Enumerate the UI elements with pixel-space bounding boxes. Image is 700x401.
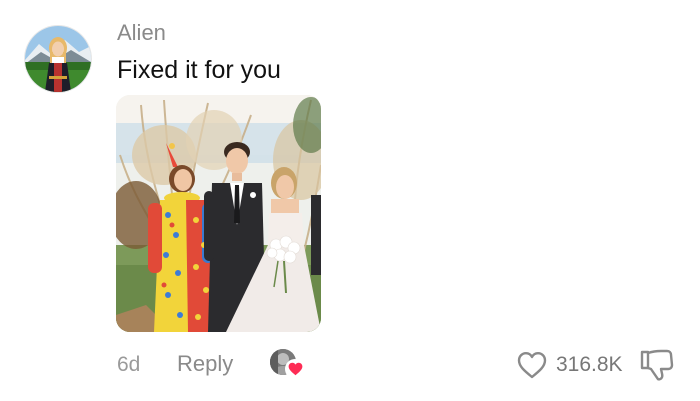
comment-username[interactable]: Alien <box>117 20 166 46</box>
comment-text: Fixed it for you <box>117 56 281 84</box>
avatar-image <box>25 26 91 92</box>
like-button[interactable]: 316.8K <box>516 348 623 382</box>
wedding-photo-image <box>116 95 321 332</box>
thumbs-down-outline-icon[interactable] <box>639 348 675 382</box>
creator-liked-badge[interactable] <box>270 349 305 381</box>
comment-age: 6d <box>117 353 141 376</box>
comment-item: Alien Fixed it for you 6d Reply 316.8K <box>0 0 700 401</box>
heart-outline-icon <box>517 352 547 379</box>
reply-button[interactable]: Reply <box>177 351 233 377</box>
user-avatar[interactable] <box>25 26 91 92</box>
comment-footer: 6d Reply 316.8K <box>0 346 700 386</box>
heart-badge-icon <box>285 359 305 379</box>
like-count: 316.8K <box>556 353 623 376</box>
attached-photo[interactable] <box>116 95 321 332</box>
